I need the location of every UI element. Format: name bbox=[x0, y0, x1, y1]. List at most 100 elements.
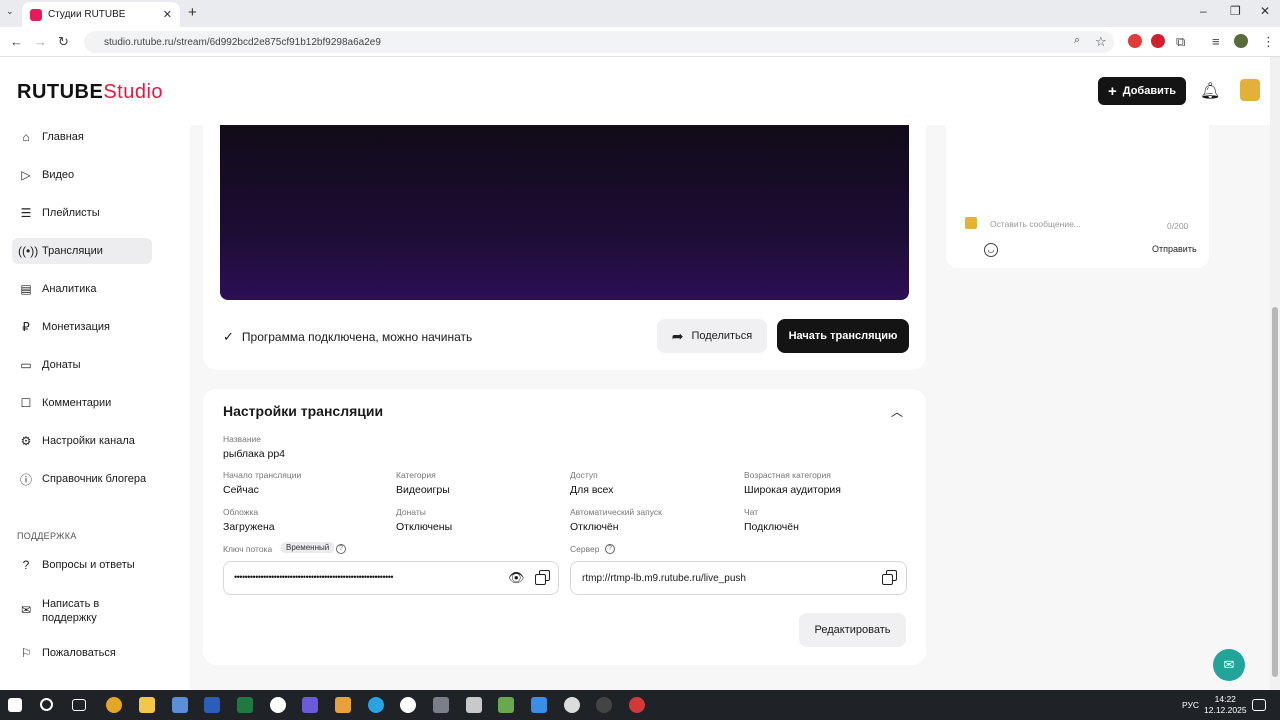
windows-start-icon[interactable] bbox=[8, 698, 22, 712]
copy-key-icon[interactable] bbox=[535, 570, 550, 585]
server-url-value: rtmp://rtmp-lb.m9.rutube.ru/live_push bbox=[582, 573, 746, 584]
sidebar-item-playlists[interactable]: ☰ Плейлисты bbox=[12, 200, 152, 226]
add-button[interactable]: + Добавить bbox=[1098, 77, 1186, 105]
clock-time: 14:22 bbox=[1214, 694, 1236, 704]
search-icon[interactable] bbox=[40, 698, 53, 711]
sidebar-item-video[interactable]: ▷ Видео bbox=[12, 162, 152, 188]
video-player[interactable] bbox=[220, 125, 909, 300]
profile-icon[interactable] bbox=[1234, 34, 1248, 48]
chatgpt-icon[interactable] bbox=[564, 697, 580, 713]
sidebar-item-donations[interactable]: ▭ Донаты bbox=[12, 352, 152, 378]
question-circle-icon: ? bbox=[22, 558, 30, 572]
playlist-icon: ☰ bbox=[20, 206, 32, 220]
temporary-badge: Временный bbox=[281, 542, 335, 553]
chevron-up-icon[interactable]: ︿ bbox=[891, 403, 903, 420]
back-icon[interactable]: ← bbox=[10, 34, 23, 49]
sidebar-item-comments[interactable]: ☐ Комментарии bbox=[12, 390, 152, 416]
send-button[interactable]: Отправить bbox=[1152, 244, 1197, 254]
sidebar-item-label: Монетизация bbox=[42, 321, 110, 333]
server-url-field[interactable]: rtmp://rtmp-lb.m9.rutube.ru/live_push bbox=[570, 561, 907, 595]
notifications-bell-icon[interactable]: 🔔︎ bbox=[1200, 81, 1220, 101]
app-icon[interactable] bbox=[302, 697, 318, 713]
yandex-browser-icon[interactable] bbox=[400, 697, 416, 713]
chat-panel: Оставить сообщение... 0/200 ◡ Отправить bbox=[946, 125, 1209, 268]
music-icon[interactable] bbox=[270, 697, 286, 713]
field-value: Загружена bbox=[223, 521, 275, 533]
extension-icon[interactable] bbox=[1128, 34, 1142, 48]
field-value: Отключён bbox=[570, 521, 619, 533]
restore-icon[interactable]: ❐ bbox=[1230, 4, 1241, 18]
add-button-label: Добавить bbox=[1122, 85, 1177, 97]
tab-search-list-icon[interactable]: ≡ bbox=[1212, 34, 1220, 49]
avatar[interactable] bbox=[1240, 79, 1260, 101]
minimize-icon[interactable]: – bbox=[1200, 4, 1207, 18]
analytics-icon: ▤ bbox=[20, 282, 32, 296]
page-scrollbar[interactable] bbox=[1270, 57, 1280, 690]
bookmark-star-icon[interactable]: ☆ bbox=[1095, 34, 1107, 50]
forward-icon[interactable]: → bbox=[34, 34, 47, 49]
browser-tab[interactable]: Студии RUTUBE ✕ bbox=[22, 2, 180, 27]
sidebar-item-report[interactable]: ⚐ Пожаловаться bbox=[12, 640, 152, 666]
sidebar-item-blogger-guide[interactable]: ⓘ Справочник блогера bbox=[12, 466, 152, 492]
support-chat-icon[interactable]: ✉ bbox=[1213, 649, 1245, 681]
telegram-icon[interactable] bbox=[368, 697, 384, 713]
chrome-icon[interactable] bbox=[106, 697, 122, 713]
app-icon[interactable] bbox=[466, 697, 482, 713]
rutube-studio-logo[interactable]: RUTUBEStudio bbox=[17, 81, 163, 104]
app-icon[interactable] bbox=[172, 697, 188, 713]
system-clock[interactable]: 14:22 12.12.2025 bbox=[1204, 694, 1247, 716]
notification-center-icon[interactable] bbox=[1252, 699, 1266, 711]
scrollbar-thumb[interactable] bbox=[1272, 307, 1278, 677]
steam-icon[interactable] bbox=[596, 697, 612, 713]
minecraft-icon[interactable] bbox=[498, 697, 514, 713]
edit-button-label: Редактировать bbox=[814, 624, 891, 636]
zoom-icon[interactable]: ⌕ bbox=[1074, 34, 1080, 47]
word-icon[interactable] bbox=[204, 697, 220, 713]
eye-icon[interactable]: 👁︎ bbox=[508, 570, 525, 586]
close-tab-icon[interactable]: ✕ bbox=[163, 8, 172, 21]
sidebar-item-broadcasts[interactable]: ((•)) Трансляции bbox=[12, 238, 152, 264]
menu-kebab-icon[interactable]: ⋮ bbox=[1262, 34, 1275, 50]
reload-icon[interactable]: ↻ bbox=[58, 34, 69, 50]
gear-icon: ⚙ bbox=[20, 434, 32, 448]
app-icon[interactable] bbox=[531, 697, 547, 713]
app-header: RUTUBEStudio + Добавить 🔔︎ bbox=[0, 57, 1270, 125]
tab-title: Студии RUTUBE bbox=[48, 9, 126, 20]
opera-extension-icon[interactable] bbox=[1151, 34, 1165, 48]
obs-icon[interactable] bbox=[629, 697, 645, 713]
sidebar-item-faq[interactable]: ? Вопросы и ответы bbox=[12, 552, 152, 578]
share-button[interactable]: ➦ Поделиться bbox=[657, 319, 767, 353]
sidebar-item-home[interactable]: ⌂ Главная bbox=[12, 124, 152, 150]
excel-icon[interactable] bbox=[237, 697, 253, 713]
tab-search-icon[interactable]: ⌄ bbox=[6, 6, 14, 17]
new-tab-icon[interactable]: + bbox=[188, 4, 197, 21]
task-view-icon[interactable] bbox=[72, 699, 86, 711]
start-stream-button[interactable]: Начать трансляцию bbox=[777, 319, 909, 353]
share-button-label: Поделиться bbox=[691, 330, 753, 342]
edit-button[interactable]: Редактировать bbox=[799, 613, 906, 647]
url-field[interactable]: studio.rutube.ru/stream/6d992bcd2e875cf9… bbox=[84, 31, 1114, 53]
extensions-puzzle-icon[interactable]: ⧉ bbox=[1176, 34, 1185, 50]
sidebar-item-label: Плейлисты bbox=[42, 207, 100, 219]
sidebar-item-channel-settings[interactable]: ⚙ Настройки канала bbox=[12, 428, 152, 454]
video-icon: ▷ bbox=[21, 168, 31, 182]
emoji-icon[interactable]: ◡ bbox=[984, 243, 998, 257]
file-explorer-icon[interactable] bbox=[139, 697, 155, 713]
server-label: Сервер bbox=[570, 544, 600, 554]
field-label: Доступ bbox=[570, 470, 598, 480]
game-icon[interactable] bbox=[335, 697, 351, 713]
sidebar-item-label: Пожаловаться bbox=[42, 647, 116, 659]
stream-key-field[interactable]: ••••••••••••••••••••••••••••••••••••••••… bbox=[223, 561, 559, 595]
help-icon[interactable]: ? bbox=[336, 544, 346, 554]
help-icon[interactable]: ? bbox=[605, 544, 615, 554]
flag-icon: ⚐ bbox=[20, 646, 32, 660]
copy-server-icon[interactable] bbox=[882, 570, 897, 585]
sidebar-item-contact-support[interactable]: ✉ Написать в поддержку bbox=[12, 595, 152, 629]
game-icon[interactable] bbox=[433, 697, 449, 713]
sidebar-item-label: Аналитика bbox=[42, 283, 97, 295]
checkmark-icon: ✓ bbox=[223, 329, 234, 344]
language-indicator[interactable]: РУС bbox=[1182, 700, 1199, 710]
sidebar-item-analytics[interactable]: ▤ Аналитика bbox=[12, 276, 152, 302]
close-window-icon[interactable]: ✕ bbox=[1260, 4, 1270, 18]
sidebar-item-monetization[interactable]: ₽ Монетизация bbox=[12, 314, 152, 340]
